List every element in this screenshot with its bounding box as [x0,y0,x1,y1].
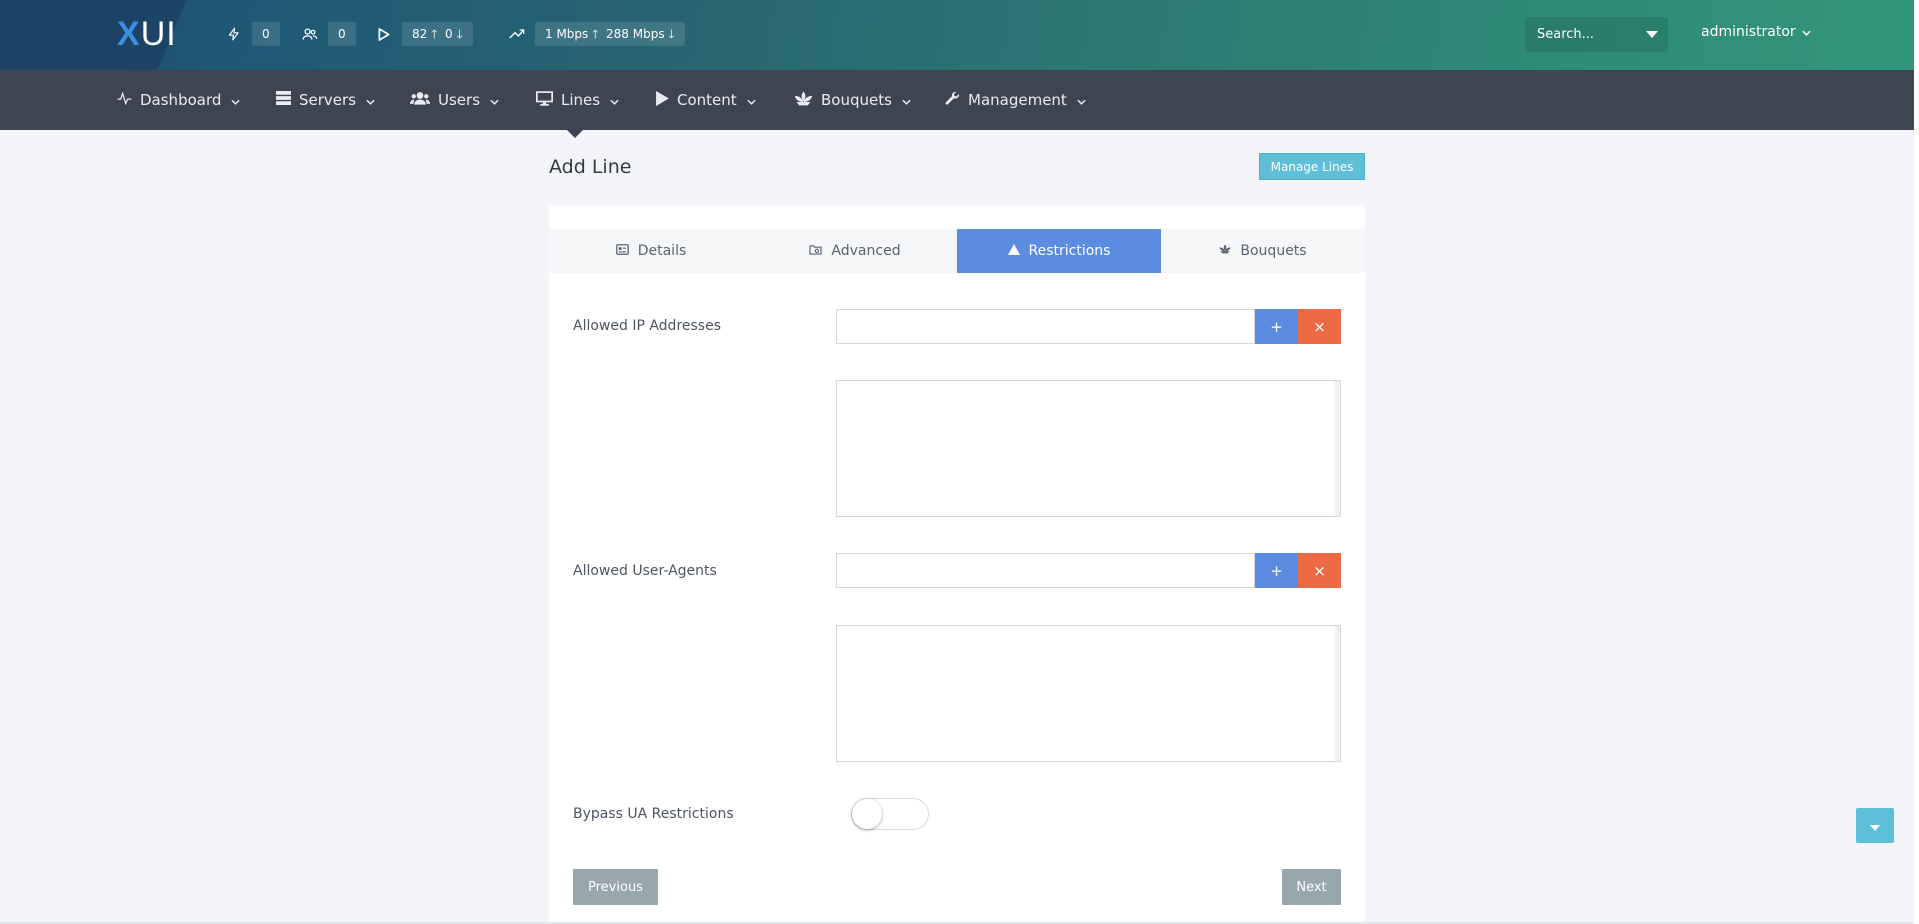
connections-stat[interactable]: 0 [224,22,280,46]
bandwidth-up-value: 1 Mbps [545,27,589,41]
remove-ua-button[interactable]: × [1298,553,1341,588]
xui-logo[interactable]: X UI [117,14,177,53]
bandwidth-values: 1 Mbps 🡑 288 Mbps 🡓 [535,22,685,46]
server-icon [276,91,291,109]
nav-label-lines: Lines [561,91,601,109]
previous-button[interactable]: Previous [573,869,658,905]
tab-advanced[interactable]: Advanced [753,229,957,273]
nav-item-management[interactable]: Management [945,70,1086,130]
plus-icon: + [1270,317,1283,336]
streams-stat[interactable]: 82 🡑 0 🡓 [374,22,473,46]
close-icon: × [1313,317,1326,336]
nav-item-lines[interactable]: Lines [536,70,619,130]
toggle-knob [852,799,882,829]
play-icon [374,24,394,44]
wizard-tabs: Details Advanced Restrictions Bouquets [549,229,1365,273]
trend-up-icon [507,24,527,44]
allowed-ua-input[interactable] [836,553,1255,588]
play-icon [656,90,669,110]
logo-ui: UI [140,14,177,53]
nav-label-servers: Servers [299,91,357,109]
allowed-ua-list[interactable] [836,625,1341,762]
user-menu[interactable]: administrator [1701,24,1811,40]
arrow-down-icon: 🡓 [456,27,463,41]
bypass-ua-label: Bypass UA Restrictions [573,806,734,822]
users-icon [300,24,320,44]
caret-down-icon [1646,31,1658,38]
main-nav: Dashboard Servers Users Lines Content Bo… [0,70,1914,130]
online-users-count: 0 [328,22,356,46]
online-users-stat[interactable]: 0 [300,22,356,46]
streams-up-value: 82 [412,27,428,41]
triangle-icon [1007,243,1020,259]
chevron-down-icon [1077,91,1086,109]
tab-advanced-label: Advanced [831,243,901,259]
nav-label-content: Content [677,91,737,109]
bypass-ua-toggle[interactable] [851,798,929,830]
chevron-down-icon [1802,24,1811,40]
arrow-up-icon: 🡑 [431,27,438,41]
logo-x: X [117,14,141,53]
chevron-down-icon [747,91,756,109]
user-name: administrator [1701,24,1796,40]
allowed-ua-label: Allowed User-Agents [573,563,717,579]
search-select[interactable]: Search... [1525,17,1668,52]
tab-bouquets-label: Bouquets [1240,243,1307,259]
add-ua-button[interactable]: + [1255,553,1298,588]
close-icon: × [1313,561,1326,580]
chevron-down-icon [366,91,375,109]
next-button[interactable]: Next [1282,869,1341,905]
search-placeholder: Search... [1537,27,1595,42]
chevron-down-icon [902,91,911,109]
scrollbar[interactable] [1335,626,1340,761]
bandwidth-down-value: 288 Mbps [606,27,665,41]
arrow-down-icon: 🡓 [668,27,675,41]
nav-item-users[interactable]: Users [410,70,499,130]
chevron-down-icon [610,91,619,109]
nav-item-bouquets[interactable]: Bouquets [794,70,911,130]
connections-count: 0 [252,22,280,46]
tab-restrictions[interactable]: Restrictions [957,229,1161,273]
flower-icon [794,91,813,110]
wrench-icon [945,91,960,110]
caret-down-icon [1870,816,1880,835]
activity-icon [117,91,132,109]
remove-ip-button[interactable]: × [1298,309,1341,344]
allowed-ip-list[interactable] [836,380,1341,517]
users-group-icon [410,91,430,109]
tab-bouquets[interactable]: Bouquets [1161,229,1365,273]
allowed-ip-label: Allowed IP Addresses [573,318,722,334]
tab-details[interactable]: Details [549,229,753,273]
active-nav-pointer [567,130,583,138]
manage-lines-button[interactable]: Manage Lines [1259,153,1365,180]
tab-restrictions-label: Restrictions [1028,243,1111,259]
window-edge [1914,0,1919,924]
nav-item-content[interactable]: Content [656,70,756,130]
plus-icon: + [1270,561,1283,580]
arrow-up-icon: 🡑 [592,27,599,41]
chevron-down-icon [231,91,240,109]
scroll-down-button[interactable] [1856,808,1894,843]
bolt-icon [224,24,244,44]
tab-details-label: Details [637,243,687,259]
scrollbar[interactable] [1335,381,1340,516]
bandwidth-stat[interactable]: 1 Mbps 🡑 288 Mbps 🡓 [507,22,685,46]
nav-label-bouquets: Bouquets [821,91,892,109]
chevron-down-icon [490,91,499,109]
nav-label-users: Users [438,91,481,109]
nav-label-management: Management [968,91,1067,109]
folder-cog-icon [809,243,823,259]
id-card-icon [615,243,629,259]
nav-item-servers[interactable]: Servers [276,70,375,130]
streams-down-value: 0 [445,27,453,41]
add-ip-button[interactable]: + [1255,309,1298,344]
monitor-icon [536,90,553,110]
top-bar: X UI 0 0 82 🡑 0 🡓 1 Mbps 🡑 288 Mbps 🡓 Se… [0,0,1914,70]
allowed-ip-input[interactable] [836,309,1255,344]
flower-icon [1219,243,1231,259]
page-title: Add Line [549,156,632,178]
streams-counts: 82 🡑 0 🡓 [402,22,473,46]
nav-label-dashboard: Dashboard [140,91,222,109]
nav-item-dashboard[interactable]: Dashboard [117,70,240,130]
